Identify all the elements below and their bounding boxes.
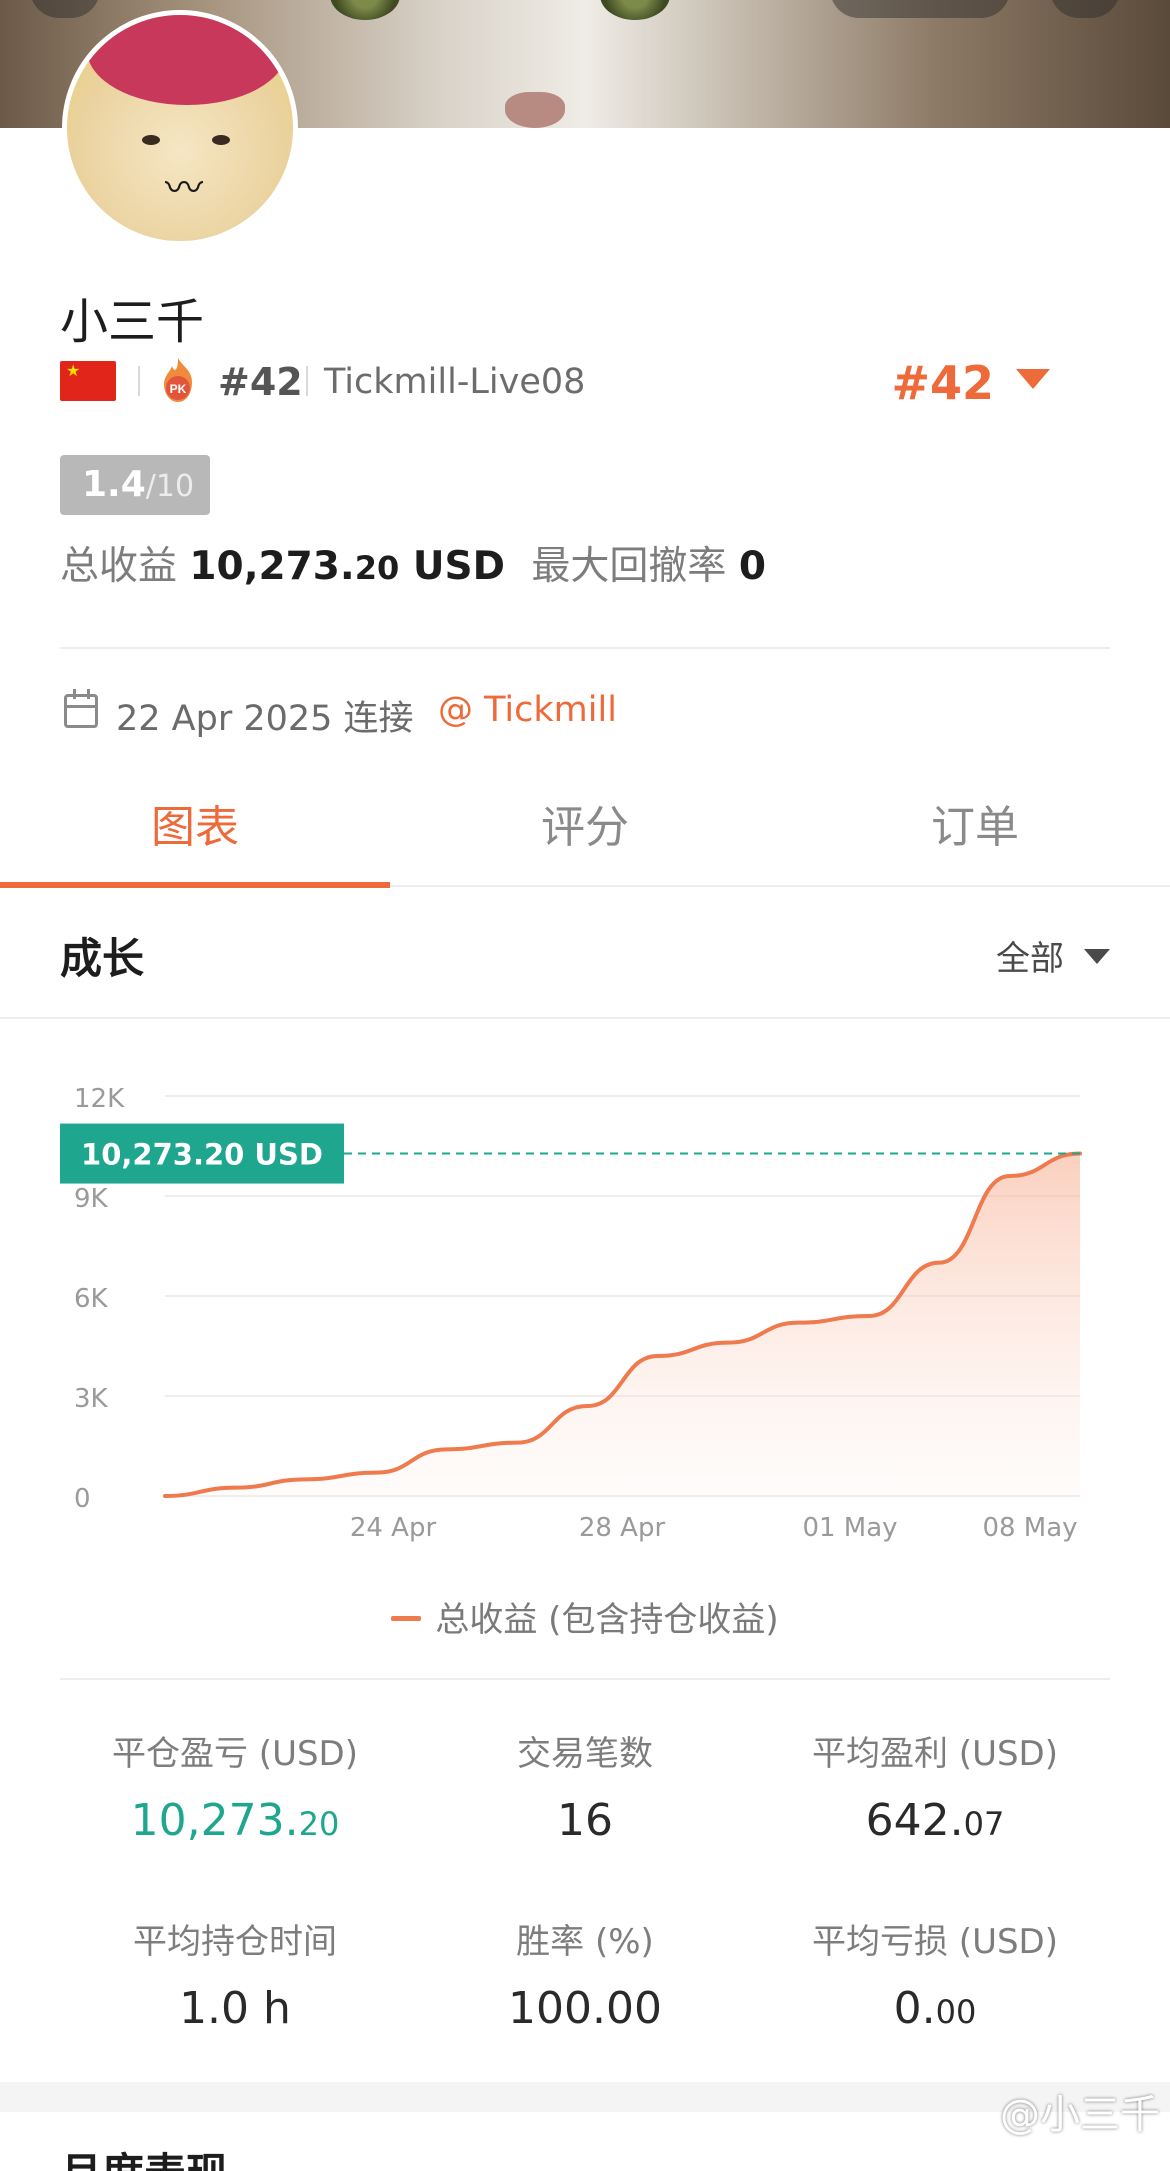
avatar-eye <box>212 135 230 145</box>
stat-trade-count: 交易笔数 16 <box>390 1726 780 1846</box>
x-tick-label: 08 May <box>982 1513 1077 1543</box>
series-area <box>165 1153 1080 1496</box>
stat-value: 642.07 <box>740 1795 1130 1846</box>
profile-name: 小三千 <box>60 294 205 350</box>
stat-value-dec: 07 <box>963 1805 1005 1843</box>
tab-bar: 图表 评分 订单 <box>0 775 1170 888</box>
stat-value: 100.00 <box>390 1983 780 2034</box>
total-profit-unit: USD <box>412 544 505 589</box>
score-value: 1.4 <box>82 464 146 505</box>
monthly-performance-title: 月度表现 <box>60 2140 228 2171</box>
stat-value: 16 <box>390 1795 780 1846</box>
growth-chart-svg: 0 3K 6K 9K 12K 24 Apr 28 Apr 01 May 08 May 10,273… <box>60 1084 1082 1543</box>
pk-fire-icon: PK <box>164 358 192 402</box>
stat-avg-hold-time: 平均持仓时间 1.0 h <box>40 1914 430 2034</box>
connect-row: 22 Apr 2025 连接 @ Tickmill <box>60 686 960 739</box>
profile-meta-row: ★ PK #42 Tickmill-Live08 #42 <box>60 356 1110 410</box>
china-flag-icon: ★ <box>60 361 116 401</box>
connect-date: 22 Apr 2025 连接 <box>116 699 414 739</box>
stat-label: 平均亏损 (USD) <box>812 1922 1058 1962</box>
stat-value-dec: 20 <box>298 1805 340 1843</box>
y-tick-label: 3K <box>74 1384 109 1414</box>
caret-down-icon <box>1084 949 1110 964</box>
tab-orders[interactable]: 订单 <box>780 775 1170 887</box>
stat-value-int: 100.00 <box>508 1983 662 2034</box>
avatar[interactable]: 〰 <box>62 10 298 246</box>
section-title: 成长 <box>60 934 145 983</box>
stat-label: 平均盈利 (USD) <box>812 1734 1058 1774</box>
chart-legend: 总收益 (包含持仓收益) <box>0 1592 1170 1641</box>
max-drawdown-value: 0 <box>738 544 766 589</box>
section-gap <box>0 2082 1170 2112</box>
growth-chart: 0 3K 6K 9K 12K 24 Apr 28 Apr 01 May 08 May 10,273… <box>0 1020 1170 1680</box>
avatar-hat <box>87 15 287 105</box>
watermark: @小三千 <box>1000 2092 1160 2138</box>
tab-chart[interactable]: 图表 <box>0 775 390 887</box>
stat-label: 平仓盈亏 (USD) <box>112 1734 358 1774</box>
y-tick-label: 9K <box>74 1184 109 1214</box>
stat-value-int: 642. <box>865 1795 964 1846</box>
calendar-icon <box>64 689 98 728</box>
more-button[interactable] <box>1050 0 1120 18</box>
y-tick-label: 6K <box>74 1284 109 1314</box>
stat-value-dec: 00 <box>935 1993 977 2031</box>
separator <box>306 366 308 396</box>
server-name: Tickmill-Live08 <box>324 362 586 402</box>
rank-dropdown[interactable]: #42 <box>891 356 1050 410</box>
total-profit-label: 总收益 <box>60 544 178 589</box>
active-tab-indicator <box>0 882 390 888</box>
x-tick-label: 28 Apr <box>579 1513 666 1543</box>
x-tick-label: 24 Apr <box>350 1513 437 1543</box>
stat-avg-profit: 平均盈利 (USD) 642.07 <box>740 1726 1130 1846</box>
avatar-eye <box>142 135 160 145</box>
rank-badge: #42 <box>891 356 994 410</box>
y-tick-label: 0 <box>74 1484 91 1514</box>
stat-value-int: 16 <box>557 1795 613 1846</box>
legend-swatch <box>391 1616 422 1621</box>
stat-avg-loss: 平均亏损 (USD) 0.00 <box>740 1914 1130 2034</box>
stat-label: 胜率 (%) <box>516 1922 654 1962</box>
stat-value: 1.0 h <box>40 1983 430 2034</box>
range-filter-label: 全部 <box>996 939 1064 979</box>
growth-section-header: 成长 全部 <box>0 889 1170 1019</box>
cover-cat-nose <box>505 92 565 128</box>
profit-summary: 总收益 10,273.20 USD 最大回撤率 0 <box>60 535 766 591</box>
stat-label: 平均持仓时间 <box>133 1922 337 1962</box>
stat-label: 交易笔数 <box>517 1734 653 1774</box>
stat-value: 0.00 <box>740 1983 1130 2034</box>
broker-link[interactable]: @ Tickmill <box>438 690 617 730</box>
divider <box>60 1678 1110 1680</box>
y-tick-label: 12K <box>74 1084 125 1114</box>
tab-rating[interactable]: 评分 <box>390 775 780 887</box>
total-profit-dec: 20 <box>354 549 400 587</box>
rank-label: #42 <box>218 360 303 404</box>
stat-value: 10,273.20 <box>40 1795 430 1846</box>
svg-text:PK: PK <box>170 382 187 396</box>
stat-closed-pnl: 平仓盈亏 (USD) 10,273.20 <box>40 1726 430 1846</box>
avatar-mustache: 〰 <box>164 166 203 210</box>
caret-down-icon <box>1016 369 1050 389</box>
total-profit-int: 10,273. <box>189 544 355 589</box>
score-max: /10 <box>145 469 195 504</box>
stat-value-int: 10,273. <box>130 1795 299 1846</box>
stat-win-rate: 胜率 (%) 100.00 <box>390 1914 780 2034</box>
current-value-label: 10,273.20 USD <box>81 1138 323 1172</box>
follow-button[interactable] <box>830 0 1010 18</box>
stat-value-int: 1.0 h <box>179 1983 291 2034</box>
score-badge: 1.4/10 <box>60 455 210 515</box>
legend-label: 总收益 (包含持仓收益) <box>435 1600 779 1640</box>
x-tick-label: 01 May <box>802 1513 897 1543</box>
separator <box>138 366 140 396</box>
back-button[interactable] <box>30 0 100 18</box>
max-drawdown-label: 最大回撤率 <box>531 544 727 589</box>
cover-cat-eye <box>330 0 400 20</box>
cover-cat-eye <box>600 0 670 20</box>
stat-value-int: 0. <box>893 1983 936 2034</box>
range-filter-dropdown[interactable]: 全部 <box>996 931 1110 980</box>
divider <box>60 647 1110 649</box>
